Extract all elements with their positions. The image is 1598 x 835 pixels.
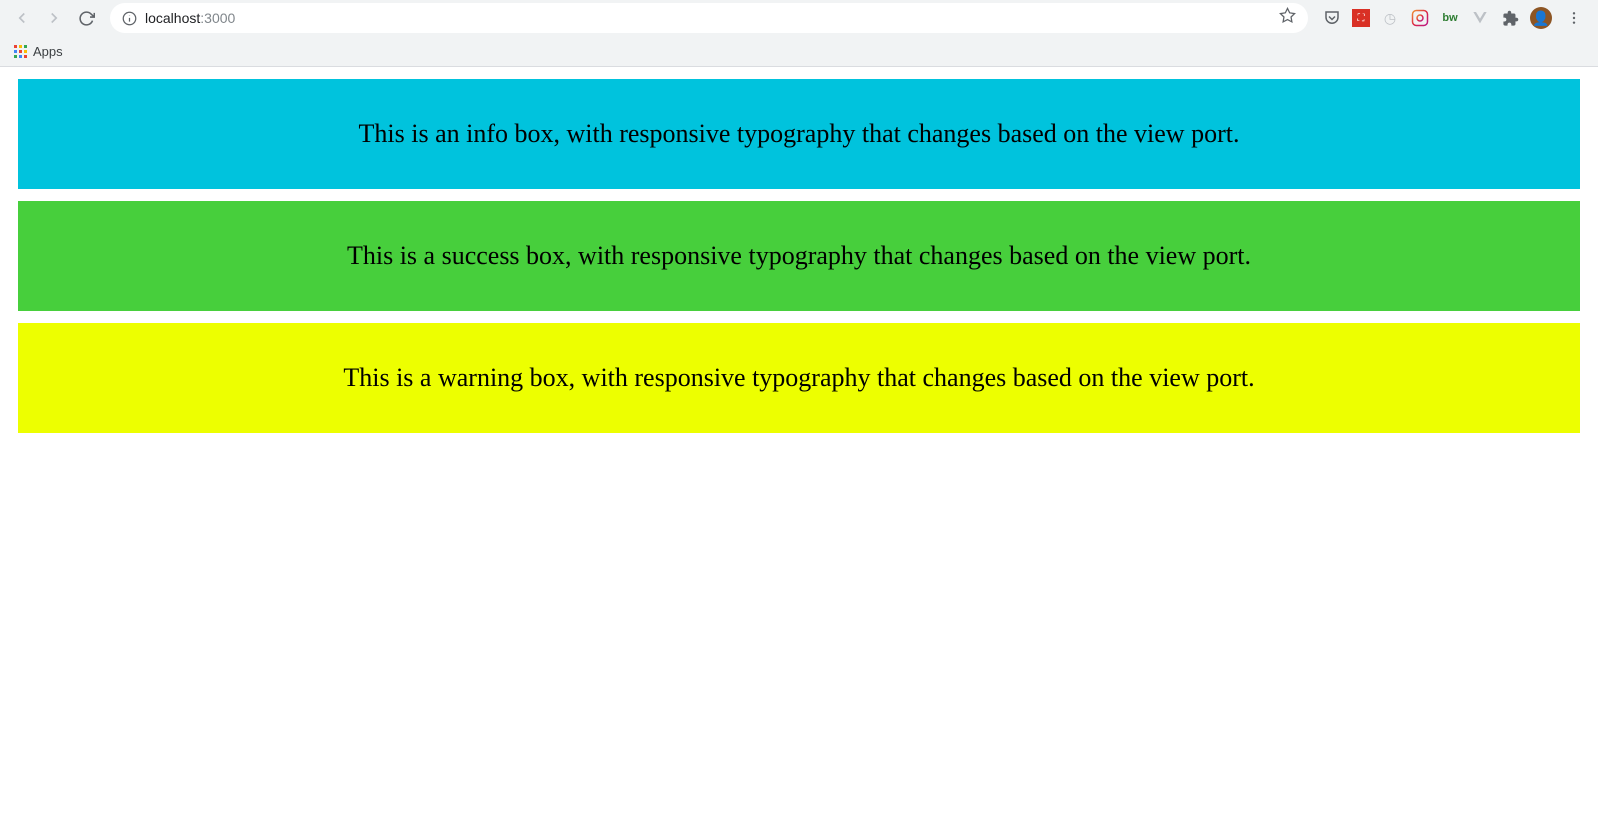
- success-box: This is a success box, with responsive t…: [18, 201, 1580, 311]
- site-info-icon[interactable]: [122, 11, 137, 26]
- apps-label: Apps: [33, 44, 63, 59]
- warning-box-text: This is a warning box, with responsive t…: [343, 363, 1254, 392]
- back-button[interactable]: [8, 4, 36, 32]
- profile-avatar[interactable]: 👤: [1530, 7, 1552, 29]
- extension-instagram-icon[interactable]: [1410, 8, 1430, 28]
- apps-shortcut[interactable]: Apps: [10, 42, 67, 61]
- extension-vue-icon[interactable]: [1470, 8, 1490, 28]
- warning-box: This is a warning box, with responsive t…: [18, 323, 1580, 433]
- bookmarks-bar: Apps: [0, 36, 1598, 66]
- browser-chrome: localhost:3000 ⛶ ◷ bw 👤: [0, 0, 1598, 67]
- pocket-icon[interactable]: [1322, 8, 1342, 28]
- url-port: :3000: [200, 10, 235, 26]
- forward-button[interactable]: [40, 4, 68, 32]
- page-viewport: This is an info box, with responsive typ…: [0, 67, 1598, 457]
- address-bar[interactable]: localhost:3000: [110, 3, 1308, 33]
- browser-toolbar: localhost:3000 ⛶ ◷ bw 👤: [0, 0, 1598, 36]
- apps-grid-icon: [14, 45, 27, 58]
- extension-clock-icon[interactable]: ◷: [1380, 8, 1400, 28]
- reload-button[interactable]: [72, 4, 100, 32]
- url-host: localhost: [145, 10, 200, 26]
- extension-bw-icon[interactable]: bw: [1440, 8, 1460, 28]
- extension-red-icon[interactable]: ⛶: [1352, 9, 1370, 27]
- info-box: This is an info box, with responsive typ…: [18, 79, 1580, 189]
- url-text: localhost:3000: [145, 10, 1271, 26]
- info-box-text: This is an info box, with responsive typ…: [359, 119, 1240, 148]
- extensions-puzzle-icon[interactable]: [1500, 8, 1520, 28]
- chrome-menu-icon[interactable]: [1562, 10, 1586, 26]
- extension-icons: ⛶ ◷ bw 👤: [1318, 7, 1590, 29]
- success-box-text: This is a success box, with responsive t…: [347, 241, 1251, 270]
- bookmark-star-icon[interactable]: [1279, 7, 1296, 29]
